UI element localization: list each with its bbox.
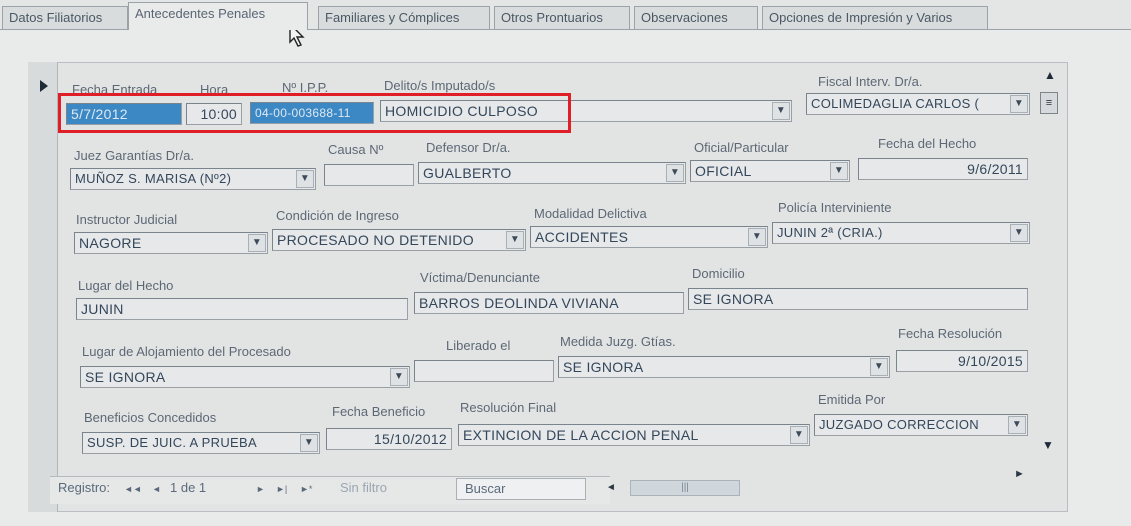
highlight-box bbox=[58, 93, 571, 133]
filter-button[interactable]: Sin filtro bbox=[340, 480, 387, 495]
oficial-particular-select[interactable]: OFICIAL ▼ bbox=[690, 160, 850, 182]
condicion-value: PROCESADO NO DETENIDO bbox=[277, 232, 474, 248]
chevron-down-icon[interactable]: ▼ bbox=[1010, 224, 1028, 242]
label-modalidad: Modalidad Delictiva bbox=[534, 206, 647, 221]
medida-select[interactable]: SE IGNORA ▼ bbox=[558, 356, 890, 378]
horizontal-scroll-thumb[interactable]: ||| bbox=[630, 480, 740, 496]
beneficios-value: SUSP. DE JUIC. A PRUEBA bbox=[87, 435, 257, 450]
list-icon[interactable]: ≡ bbox=[1040, 92, 1058, 114]
emitida-por-value: JUZGADO CORRECCION bbox=[819, 417, 979, 432]
tab-familiares-complices[interactable]: Familiares y Cómplices bbox=[318, 6, 490, 30]
oficial-particular-value: OFICIAL bbox=[695, 163, 752, 179]
chevron-down-icon[interactable]: ▼ bbox=[296, 170, 314, 188]
prev-record-button[interactable]: ◄ bbox=[152, 484, 161, 494]
chevron-down-icon[interactable]: ▼ bbox=[666, 164, 684, 182]
tab-datos-filiatorios[interactable]: Datos Filiatorios bbox=[2, 6, 128, 30]
label-beneficios: Beneficios Concedidos bbox=[84, 410, 217, 425]
chevron-down-icon[interactable]: ▼ bbox=[390, 368, 408, 386]
condicion-select[interactable]: PROCESADO NO DETENIDO ▼ bbox=[272, 229, 526, 251]
domicilio-field[interactable]: SE IGNORA bbox=[688, 288, 1028, 310]
modalidad-value: ACCIDENTES bbox=[535, 229, 629, 245]
fecha-hecho-field[interactable]: 9/6/2011 bbox=[858, 158, 1028, 180]
liberado-field[interactable] bbox=[414, 360, 554, 382]
label-causa: Causa Nº bbox=[328, 142, 384, 157]
search-input[interactable]: Buscar bbox=[456, 478, 586, 500]
chevron-down-icon[interactable]: ▼ bbox=[300, 434, 318, 452]
juez-value: MUÑOZ S. MARISA (Nº2) bbox=[75, 171, 232, 186]
label-fecha-beneficio: Fecha Beneficio bbox=[332, 404, 426, 419]
chevron-down-icon[interactable]: ▼ bbox=[1008, 416, 1026, 434]
chevron-down-icon[interactable]: ▼ bbox=[248, 234, 266, 252]
defensor-select[interactable]: GUALBERTO ▼ bbox=[418, 162, 686, 184]
fiscal-value: COLIMEDAGLIA CARLOS ( bbox=[811, 96, 980, 111]
beneficios-select[interactable]: SUSP. DE JUIC. A PRUEBA ▼ bbox=[82, 432, 320, 454]
chevron-down-icon[interactable]: ▼ bbox=[772, 102, 790, 120]
nav-registro-label: Registro: bbox=[58, 480, 111, 495]
label-policia: Policía Interviniente bbox=[778, 200, 892, 215]
resolucion-final-value: EXTINCION DE LA ACCION PENAL bbox=[463, 427, 699, 443]
tab-antecedentes-penales[interactable]: Antecedentes Penales bbox=[128, 2, 308, 30]
juez-select[interactable]: MUÑOZ S. MARISA (Nº2) ▼ bbox=[70, 168, 316, 190]
next-record-button[interactable]: ► bbox=[256, 484, 265, 494]
label-victima: Víctima/Denunciante bbox=[420, 270, 540, 285]
lugar-hecho-field[interactable]: JUNIN bbox=[76, 298, 408, 320]
medida-value: SE IGNORA bbox=[563, 359, 644, 375]
tab-observaciones[interactable]: Observaciones bbox=[634, 6, 758, 30]
causa-field[interactable] bbox=[324, 164, 414, 186]
modalidad-select[interactable]: ACCIDENTES ▼ bbox=[530, 226, 768, 248]
label-emitida-por: Emitida Por bbox=[818, 392, 886, 407]
label-fecha-resolucion: Fecha Resolución bbox=[898, 326, 1003, 341]
tab-opciones-impresion[interactable]: Opciones de Impresión y Varios bbox=[762, 6, 988, 30]
record-position[interactable]: 1 de 1 bbox=[170, 480, 206, 495]
chevron-down-icon[interactable]: ▼ bbox=[790, 426, 808, 444]
chevron-down-icon[interactable]: ▼ bbox=[830, 162, 848, 180]
record-selector[interactable] bbox=[28, 62, 58, 512]
label-liberado: Liberado el bbox=[446, 338, 511, 353]
label-condicion: Condición de Ingreso bbox=[276, 208, 399, 223]
chevron-down-icon[interactable]: ▼ bbox=[1010, 95, 1028, 113]
label-medida: Medida Juzg. Gtías. bbox=[560, 334, 676, 349]
fiscal-select[interactable]: COLIMEDAGLIA CARLOS ( ▼ bbox=[806, 93, 1030, 115]
first-record-button[interactable]: ◄◄ bbox=[124, 484, 142, 494]
instructor-value: NAGORE bbox=[79, 235, 142, 251]
new-record-button[interactable]: ►* bbox=[300, 484, 312, 494]
fecha-resolucion-field[interactable]: 9/10/2015 bbox=[896, 350, 1028, 372]
resolucion-final-select[interactable]: EXTINCION DE LA ACCION PENAL ▼ bbox=[458, 424, 810, 446]
label-defensor: Defensor Dr/a. bbox=[426, 140, 511, 155]
tab-otros-prontuarios[interactable]: Otros Prontuarios bbox=[494, 6, 630, 30]
chevron-down-icon[interactable]: ▼ bbox=[506, 231, 524, 249]
label-juez: Juez Garantías Dr/a. bbox=[74, 148, 194, 163]
scroll-left-icon[interactable]: ◄ bbox=[606, 482, 616, 493]
policia-select[interactable]: JUNIN 2ª (CRIA.) ▼ bbox=[772, 222, 1030, 244]
policia-value: JUNIN 2ª (CRIA.) bbox=[777, 225, 883, 240]
chevron-down-icon[interactable]: ▼ bbox=[870, 358, 888, 376]
label-delito: Delito/s Imputado/s bbox=[384, 78, 496, 93]
lugar-alojamiento-value: SE IGNORA bbox=[85, 369, 166, 385]
victima-field[interactable]: BARROS DEOLINDA VIVIANA bbox=[414, 292, 684, 314]
label-lugar-hecho: Lugar del Hecho bbox=[78, 278, 174, 293]
scroll-right-icon[interactable]: ► bbox=[1014, 468, 1025, 480]
chevron-down-icon[interactable]: ▼ bbox=[748, 228, 766, 246]
label-fecha-hecho: Fecha del Hecho bbox=[878, 136, 977, 151]
label-resolucion-final: Resolución Final bbox=[460, 400, 557, 415]
scroll-down-icon[interactable]: ▼ bbox=[1042, 438, 1054, 452]
label-fiscal: Fiscal Interv. Dr/a. bbox=[818, 74, 923, 89]
label-oficial-particular: Oficial/Particular bbox=[694, 140, 789, 155]
label-lugar-alojamiento: Lugar de Alojamiento del Procesado bbox=[82, 344, 291, 359]
lugar-alojamiento-select[interactable]: SE IGNORA ▼ bbox=[80, 366, 410, 388]
emitida-por-select[interactable]: JUZGADO CORRECCION ▼ bbox=[814, 414, 1028, 436]
scroll-up-icon[interactable]: ▲ bbox=[1044, 68, 1056, 82]
defensor-value: GUALBERTO bbox=[423, 165, 512, 181]
label-domicilio: Domicilio bbox=[692, 266, 745, 281]
label-instructor: Instructor Judicial bbox=[76, 212, 178, 227]
instructor-select[interactable]: NAGORE ▼ bbox=[74, 232, 268, 254]
fecha-beneficio-field[interactable]: 15/10/2012 bbox=[326, 428, 452, 450]
last-record-button[interactable]: ►| bbox=[276, 484, 287, 494]
current-record-arrow-icon bbox=[40, 80, 48, 92]
